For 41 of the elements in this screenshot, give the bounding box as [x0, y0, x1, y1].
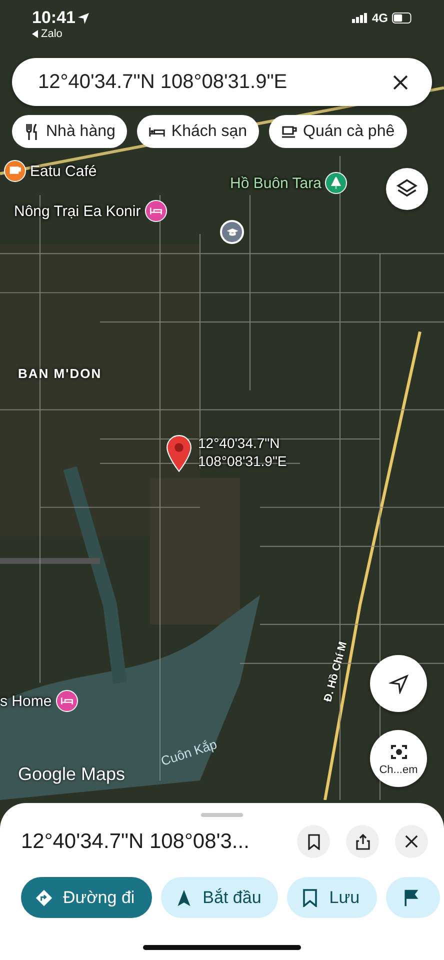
action-button[interactable]: Đường đi	[21, 877, 152, 918]
category-chip[interactable]: Quán cà phê	[269, 115, 407, 148]
location-arrow-icon	[78, 12, 90, 24]
location-pin-icon[interactable]	[166, 434, 192, 474]
bookmark-icon	[308, 834, 320, 850]
action-button[interactable]: Lưu	[287, 877, 377, 918]
place-label[interactable]: Nông Trại Ea Konir	[14, 202, 141, 220]
action-button[interactable]: Bắt đầu	[160, 877, 278, 918]
road-label: Đ. Hồ Chí M	[322, 640, 350, 704]
fork-knife-icon	[24, 124, 40, 140]
coordinate-label: 12°40'34.7"N	[198, 434, 281, 452]
share-icon	[356, 834, 370, 850]
status-time: 10:41	[32, 8, 76, 28]
network-type: 4G	[372, 11, 388, 25]
lake-label: Cuôn Kắp	[159, 736, 219, 769]
coordinate-label: 108°08'31.9"E	[198, 452, 287, 470]
close-icon[interactable]	[393, 74, 408, 90]
back-arrow-icon[interactable]	[32, 30, 38, 38]
bookmark-button[interactable]	[297, 825, 330, 858]
close-icon	[405, 835, 418, 848]
place-title: 12°40'34.7"N 108°08'3...	[21, 830, 250, 854]
place-label[interactable]: Hồ Buôn Tara	[230, 174, 322, 192]
back-to-app-link[interactable]: Zalo	[41, 28, 62, 40]
cup-icon	[281, 124, 297, 140]
place-label[interactable]: s Home	[0, 692, 52, 710]
close-button[interactable]	[395, 825, 428, 858]
navigation-arrow-icon	[388, 674, 408, 694]
search-field[interactable]: 12°40'34.7"N 108°08'31.9"E	[12, 58, 432, 106]
directions-icon	[35, 888, 53, 906]
share-button[interactable]	[346, 825, 379, 858]
battery-icon	[392, 12, 414, 24]
category-chip[interactable]: Nhà hàng	[12, 115, 128, 148]
flag-icon	[402, 888, 420, 906]
place-label[interactable]: Eatu Café	[30, 162, 97, 180]
category-chip[interactable]: Khách sạn	[137, 115, 259, 148]
map-logo: Google Maps	[18, 764, 126, 785]
drag-handle[interactable]	[201, 813, 243, 817]
area-label: BAN M'DON	[18, 366, 102, 381]
bookmark-icon	[301, 888, 320, 906]
action-button[interactable]	[386, 877, 440, 918]
signal-icon	[352, 13, 368, 23]
